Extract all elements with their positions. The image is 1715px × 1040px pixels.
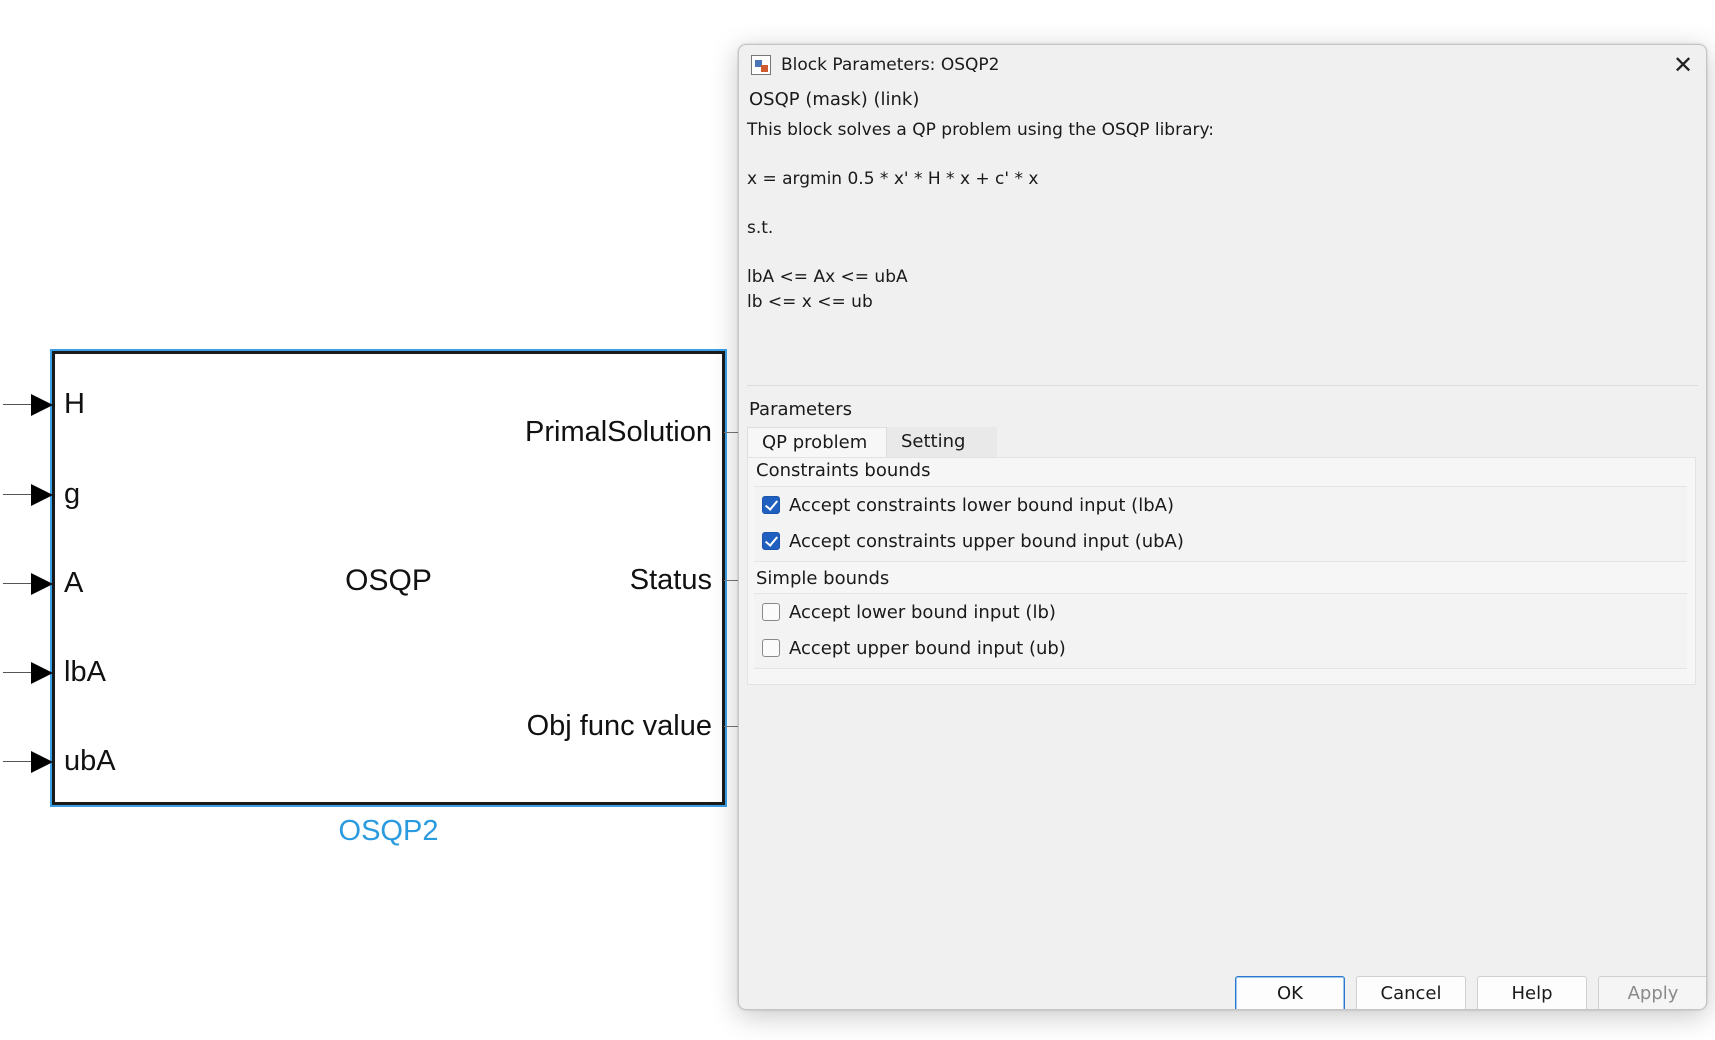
checkbox-label: Accept constraints upper bound input (ub… (789, 530, 1184, 552)
port-arrow-icon (31, 751, 53, 773)
apply-button[interactable]: Apply (1598, 976, 1706, 1009)
parameters-heading: Parameters (749, 399, 853, 420)
input-wire (3, 404, 33, 405)
group-title-simple-bounds: Simple bounds (756, 568, 890, 589)
input-port-lba[interactable]: lbA (3, 653, 115, 693)
checkbox-label: Accept lower bound input (lb) (789, 601, 1056, 623)
checkbox-unchecked-icon (762, 639, 780, 657)
help-button[interactable]: Help (1477, 976, 1587, 1009)
checkbox-checked-icon (762, 496, 780, 514)
simulink-block-icon (751, 55, 771, 75)
input-wire (3, 672, 33, 673)
description-line: x = argmin 0.5 * x' * H * x + c' * x (747, 169, 1039, 189)
block-parameters-dialog: Block Parameters: OSQP2 ✕ OSQP (mask) (l… (738, 44, 1707, 1010)
checkbox-accept-lba[interactable]: Accept constraints lower bound input (lb… (762, 492, 1174, 518)
checkbox-accept-ub[interactable]: Accept upper bound input (ub) (762, 635, 1066, 661)
input-port-label: g (64, 478, 81, 510)
simple-bounds-group: Accept lower bound input (lb) Accept upp… (754, 593, 1687, 669)
output-port-obj-func-value[interactable]: Obj func value (527, 710, 712, 743)
group-title-constraints-bounds: Constraints bounds (756, 460, 931, 481)
input-port-h[interactable]: H (3, 385, 115, 425)
port-arrow-icon (31, 662, 53, 684)
input-wire (3, 583, 33, 584)
constraints-bounds-group: Accept constraints lower bound input (lb… (754, 486, 1687, 562)
qp-problem-panel: Constraints bounds Accept constraints lo… (747, 457, 1696, 685)
port-arrow-icon (31, 573, 53, 595)
description-line (747, 241, 1694, 266)
section-divider (747, 385, 1698, 386)
checkbox-accept-uba[interactable]: Accept constraints upper bound input (ub… (762, 528, 1184, 554)
output-wire (724, 432, 738, 433)
output-port-status[interactable]: Status (630, 564, 712, 597)
tab-qp-problem[interactable]: QP problem (747, 427, 887, 457)
description-line (747, 192, 1694, 217)
description-line: This block solves a QP problem using the… (747, 120, 1215, 140)
description-line: lbA <= Ax <= ubA (747, 267, 908, 287)
checkbox-unchecked-icon (762, 603, 780, 621)
close-icon[interactable]: ✕ (1666, 49, 1700, 81)
block-center-label: OSQP (345, 564, 432, 597)
dialog-titlebar[interactable]: Block Parameters: OSQP2 ✕ (739, 45, 1706, 85)
input-port-label: ubA (64, 745, 116, 777)
checkbox-checked-icon (762, 532, 780, 550)
port-arrow-icon (31, 394, 53, 416)
output-port-primal-solution[interactable]: PrimalSolution (525, 416, 712, 449)
input-port-label: H (64, 388, 85, 420)
description-line (747, 143, 1694, 168)
input-port-uba[interactable]: ubA (3, 742, 116, 782)
port-arrow-icon (31, 484, 53, 506)
input-wire (3, 761, 33, 762)
input-wire (3, 494, 33, 495)
osqp-block[interactable]: H g A lbA ubA OSQP PrimalSolution Status (3, 351, 738, 805)
checkbox-accept-lb[interactable]: Accept lower bound input (lb) (762, 599, 1056, 625)
description-line: s.t. (747, 218, 774, 238)
cancel-button[interactable]: Cancel (1356, 976, 1466, 1009)
block-description: This block solves a QP problem using the… (747, 118, 1694, 314)
output-wire (724, 580, 738, 581)
checkbox-label: Accept constraints lower bound input (lb… (789, 494, 1174, 516)
description-line: lb <= x <= ub (747, 291, 873, 312)
tab-setting[interactable]: Setting (887, 427, 997, 457)
checkbox-label: Accept upper bound input (ub) (789, 637, 1066, 659)
mask-title: OSQP (mask) (link) (749, 89, 920, 110)
input-port-label: lbA (64, 656, 106, 688)
block-name-label[interactable]: OSQP2 (52, 815, 725, 848)
output-wire (724, 726, 738, 727)
dialog-title: Block Parameters: OSQP2 (781, 55, 1000, 75)
input-port-g[interactable]: g (3, 475, 115, 515)
ok-button[interactable]: OK (1235, 976, 1345, 1009)
